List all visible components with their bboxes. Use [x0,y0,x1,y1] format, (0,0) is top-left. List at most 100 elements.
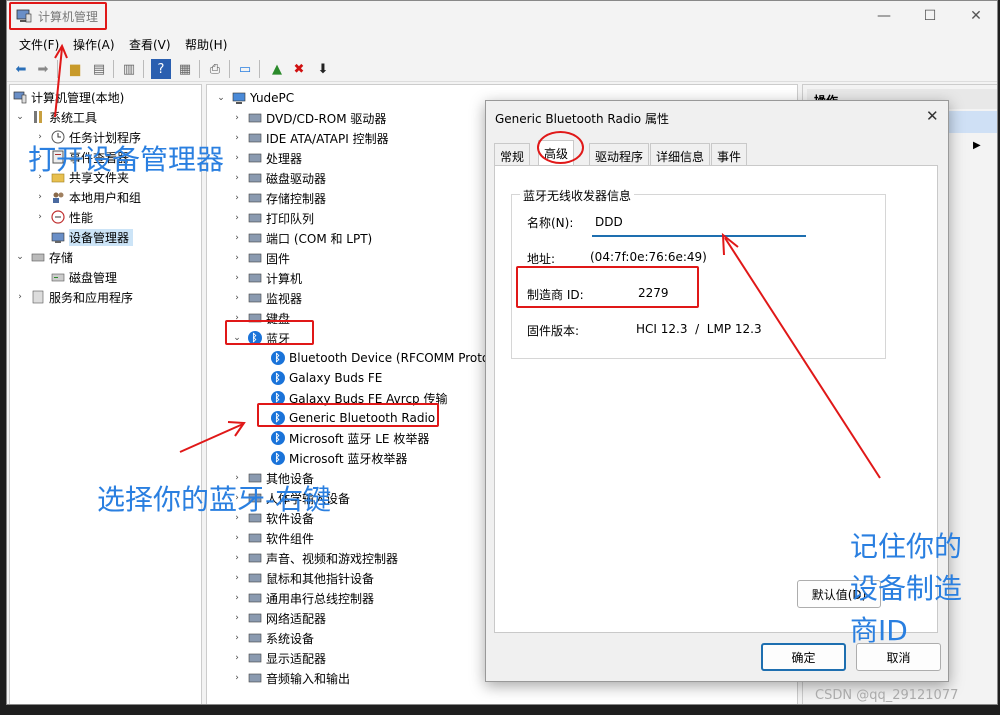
device-label: Microsoft 蓝牙 LE 枚举器 [289,431,430,446]
advanced-tab-highlight [537,131,584,164]
chevron-right-icon[interactable]: › [231,113,243,123]
tree-label: 计算机管理(本地) [31,90,125,105]
device-category[interactable]: › 打印队列 [231,208,314,228]
help-icon[interactable]: ? [151,59,171,79]
tree-item-performance[interactable]: › 性能 [34,207,93,227]
users-icon [50,190,65,205]
chevron-right-icon[interactable]: › [231,533,243,543]
scan-hardware-icon[interactable]: ▭ [235,59,255,79]
bluetooth-icon: ᛒ [270,451,285,466]
disk-icon [50,270,65,285]
up-folder-icon[interactable]: ▆ [65,59,85,79]
device-category[interactable]: › 鼠标和其他指针设备 [231,568,374,588]
device-category[interactable]: › 通用串行总线控制器 [231,588,374,608]
chevron-down-icon[interactable]: ⌄ [215,93,227,103]
chevron-down-icon[interactable]: ⌄ [14,252,26,262]
bluetooth-icon: ᛒ [270,371,285,386]
uninstall-icon[interactable]: ✖ [289,59,309,79]
device-category[interactable]: › 声音、视频和游戏控制器 [231,548,398,568]
device-category[interactable]: › 网络适配器 [231,608,326,628]
tree-label: 磁盘管理 [69,270,118,285]
tab-general[interactable]: 常规 [494,143,531,165]
tab-details[interactable]: 详细信息 [650,143,711,165]
device-label: 存储控制器 [266,191,327,206]
device-category[interactable]: › 计算机 [231,268,302,288]
tree-item-storage[interactable]: ⌄ 存储 [14,247,73,267]
chevron-right-icon[interactable]: › [231,173,243,183]
dialog-close-icon[interactable]: ✕ [926,107,939,125]
show-tree-icon[interactable]: ▤ [89,59,109,79]
name-field[interactable] [592,208,806,237]
chevron-right-icon[interactable]: › [231,553,243,563]
device-category[interactable]: › 监视器 [231,288,302,308]
tab-events[interactable]: 事件 [711,143,748,165]
tab-driver[interactable]: 驱动程序 [589,143,650,165]
device-item[interactable]: ᛒ Microsoft 蓝牙 LE 枚举器 [270,428,429,448]
properties-icon[interactable]: ▦ [175,59,195,79]
tree-item-local-users[interactable]: › 本地用户和组 [34,187,141,207]
tree-item-disk-management[interactable]: 磁盘管理 [50,267,117,287]
services-icon [30,290,45,305]
device-item[interactable]: ᛒ Galaxy Buds FE [270,368,382,388]
export-list-icon[interactable]: ▥ [119,59,139,79]
chevron-right-icon[interactable]: › [231,193,243,203]
tree-label: 性能 [69,210,94,225]
forward-arrow-icon[interactable]: ➡ [33,59,53,79]
device-category[interactable]: › 处理器 [231,148,302,168]
chevron-right-icon[interactable]: › [231,633,243,643]
chevron-right-icon[interactable]: › [231,233,243,243]
device-category-icon [247,611,262,626]
device-label: YudePC [250,91,295,105]
device-label: 固件 [266,251,291,266]
back-arrow-icon[interactable]: ⬅ [11,59,31,79]
update-driver-icon[interactable]: ▲ [267,59,287,79]
ok-button[interactable]: 确定 [761,643,846,671]
device-label: 系统设备 [266,631,315,646]
chevron-down-icon[interactable]: ⌄ [14,112,26,122]
chevron-right-icon[interactable]: › [231,673,243,683]
chevron-right-icon[interactable]: › [231,613,243,623]
maximize-button[interactable]: ☐ [915,5,945,27]
device-category[interactable]: › 磁盘驱动器 [231,168,326,188]
device-category[interactable]: › 端口 (COM 和 LPT) [231,228,372,248]
menu-help[interactable]: 帮助(H) [185,36,227,53]
chevron-right-icon[interactable]: › [231,593,243,603]
menu-action[interactable]: 操作(A) [73,36,115,53]
tree-item-device-manager[interactable]: 设备管理器 [50,227,134,247]
device-category[interactable]: › 固件 [231,248,290,268]
chevron-right-icon[interactable]: › [231,273,243,283]
menu-file[interactable]: 文件(F) [19,36,59,53]
chevron-right-icon[interactable]: › [231,653,243,663]
device-category-icon [247,591,262,606]
device-category[interactable]: › 显示适配器 [231,648,326,668]
minimize-button[interactable]: — [869,5,899,27]
chevron-right-icon[interactable]: › [34,212,46,222]
chevron-right-icon[interactable]: ▶ [973,140,981,151]
close-button[interactable]: ✕ [961,5,991,27]
menu-view[interactable]: 查看(V) [129,36,171,53]
tree-item-computer-management[interactable]: 计算机管理(本地) [12,87,124,107]
device-category[interactable]: › 系统设备 [231,628,314,648]
chevron-right-icon[interactable]: › [231,153,243,163]
tree-item-services[interactable]: › 服务和应用程序 [14,287,133,307]
device-category[interactable]: › 存储控制器 [231,188,326,208]
disable-device-icon[interactable]: ⬇ [313,59,333,79]
chevron-right-icon[interactable]: › [231,253,243,263]
chevron-right-icon[interactable]: › [34,192,46,202]
tree-item-system-tools[interactable]: ⌄ 系统工具 [14,107,97,127]
print-icon[interactable]: ⎙ [205,59,225,79]
chevron-right-icon[interactable]: › [231,573,243,583]
device-category[interactable]: › 音频输入和输出 [231,668,350,688]
device-category[interactable]: › DVD/CD-ROM 驱动器 [231,108,386,128]
device-category-icon [247,151,262,166]
device-item[interactable]: ᛒ Microsoft 蓝牙枚举器 [270,448,407,468]
device-label: 声音、视频和游戏控制器 [266,551,399,566]
chevron-right-icon[interactable]: › [231,133,243,143]
device-root[interactable]: ⌄ YudePC [215,88,294,108]
chevron-right-icon[interactable]: › [14,292,26,302]
chevron-right-icon[interactable]: › [231,213,243,223]
chevron-right-icon[interactable]: › [231,293,243,303]
performance-icon [50,210,65,225]
device-category[interactable]: › 软件组件 [231,528,314,548]
device-category[interactable]: › IDE ATA/ATAPI 控制器 [231,128,388,148]
